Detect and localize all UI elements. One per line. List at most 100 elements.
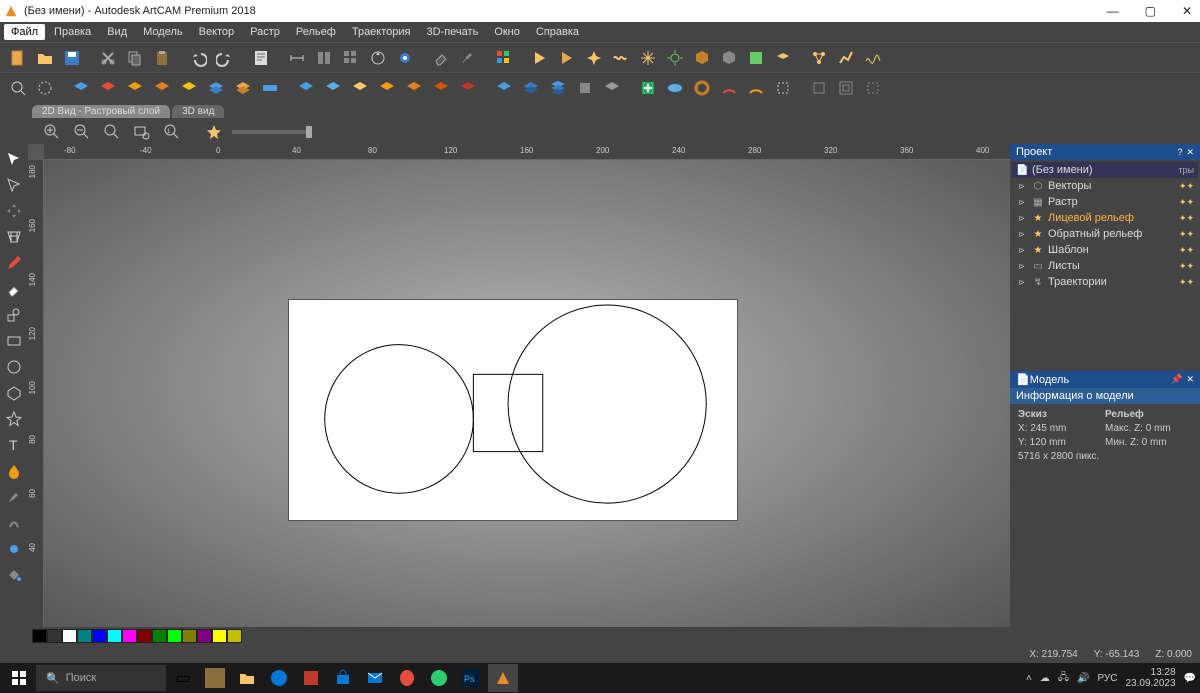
menu-model[interactable]: Модель xyxy=(136,24,189,40)
layer13-icon[interactable] xyxy=(402,76,426,100)
color-swatch[interactable] xyxy=(122,629,137,643)
tab-2d-view[interactable]: 2D Вид - Растровый слой xyxy=(32,105,170,118)
clone-tool-icon[interactable] xyxy=(3,538,25,560)
measure-icon[interactable] xyxy=(285,46,309,70)
square2-icon[interactable] xyxy=(744,46,768,70)
layer12-icon[interactable] xyxy=(375,76,399,100)
layer5-icon[interactable] xyxy=(177,76,201,100)
color-swatch[interactable] xyxy=(227,629,242,643)
rect-tool-icon[interactable] xyxy=(3,330,25,352)
select-tool-icon[interactable] xyxy=(3,148,25,170)
tree-item[interactable]: ▹↯Траектории✦✦ xyxy=(1012,274,1198,290)
zoom-fit-icon[interactable] xyxy=(6,76,30,100)
ring-icon[interactable] xyxy=(690,76,714,100)
menu-raster[interactable]: Растр xyxy=(243,24,287,40)
text-tool-icon[interactable]: T xyxy=(3,434,25,456)
nodes-icon[interactable] xyxy=(807,46,831,70)
align-icon[interactable] xyxy=(312,46,336,70)
arc2-icon[interactable] xyxy=(744,76,768,100)
box2-icon[interactable] xyxy=(834,76,858,100)
brush-icon[interactable] xyxy=(456,46,480,70)
notes-icon[interactable] xyxy=(249,46,273,70)
tray-lang[interactable]: РУС xyxy=(1097,673,1117,684)
wave2-icon[interactable] xyxy=(861,46,885,70)
start-button[interactable] xyxy=(4,664,34,692)
menu-edit[interactable]: Правка xyxy=(47,24,98,40)
tree-item[interactable]: ▹★Лицевой рельеф✦✦ xyxy=(1012,210,1198,226)
tray-vol-icon[interactable]: 🔊 xyxy=(1077,673,1089,684)
layer6-icon[interactable] xyxy=(204,76,228,100)
color-swatch[interactable] xyxy=(167,629,182,643)
cube1-icon[interactable] xyxy=(690,46,714,70)
fill-tool-icon[interactable] xyxy=(3,564,25,586)
canvas[interactable]: -80-4004080120160200240280320360400 1801… xyxy=(28,144,1010,627)
open-icon[interactable] xyxy=(33,46,57,70)
color-swatch[interactable] xyxy=(137,629,152,643)
menu-help[interactable]: Справка xyxy=(529,24,586,40)
tray-net-icon[interactable]: 🖧 xyxy=(1058,670,1069,687)
model-panel-header[interactable]: 📄 Модель 📌 ✕ xyxy=(1010,371,1200,388)
run2-icon[interactable] xyxy=(555,46,579,70)
layer10-icon[interactable] xyxy=(321,76,345,100)
eraser-icon[interactable] xyxy=(429,46,453,70)
taskbar-search[interactable]: 🔍Поиск xyxy=(36,665,166,691)
menu-3dprint[interactable]: 3D-печать xyxy=(420,24,486,40)
layer4-icon[interactable] xyxy=(150,76,174,100)
menu-window[interactable]: Окно xyxy=(487,24,527,40)
tray-up-icon[interactable]: ˄ xyxy=(1026,673,1032,684)
menu-vector[interactable]: Вектор xyxy=(192,24,242,40)
taskbar-mail[interactable] xyxy=(360,664,390,692)
stack1-icon[interactable] xyxy=(492,76,516,100)
circle-tool-icon[interactable] xyxy=(3,356,25,378)
paste-icon[interactable] xyxy=(150,46,174,70)
color-swatch[interactable] xyxy=(212,629,227,643)
pencil-tool-icon[interactable] xyxy=(3,252,25,274)
color-swatch[interactable] xyxy=(62,629,77,643)
zoom-out-icon[interactable] xyxy=(70,120,94,144)
polygon-tool-icon[interactable] xyxy=(3,382,25,404)
zoom-all-icon[interactable] xyxy=(33,76,57,100)
layer7-icon[interactable] xyxy=(231,76,255,100)
taskbar-explorer[interactable] xyxy=(232,664,262,692)
transform-icon[interactable] xyxy=(366,46,390,70)
new-icon[interactable] xyxy=(6,46,30,70)
menu-relief[interactable]: Рельеф xyxy=(289,24,343,40)
task-view-icon[interactable]: ▭ xyxy=(168,664,198,692)
tree-item[interactable]: ▹★Обратный рельеф✦✦ xyxy=(1012,226,1198,242)
zoom-extents-icon[interactable] xyxy=(100,120,124,144)
cut-icon[interactable] xyxy=(96,46,120,70)
cube2-icon[interactable] xyxy=(717,46,741,70)
copy-icon[interactable] xyxy=(123,46,147,70)
add-icon[interactable] xyxy=(636,76,660,100)
taskbar-opera[interactable] xyxy=(392,664,422,692)
tree-item[interactable]: ▹▭Листы✦✦ xyxy=(1012,258,1198,274)
close-panel-icon[interactable]: ✕ xyxy=(1186,147,1194,158)
tree-item[interactable]: ▹★Шаблон✦✦ xyxy=(1012,242,1198,258)
disc-icon[interactable] xyxy=(663,76,687,100)
taskbar-photoshop[interactable]: Ps xyxy=(456,664,486,692)
tree-item[interactable]: ▹⬡Векторы✦✦ xyxy=(1012,178,1198,194)
color-swatch[interactable] xyxy=(92,629,107,643)
zoom-1to1-icon[interactable]: 1 xyxy=(160,120,184,144)
close-model-icon[interactable]: ✕ xyxy=(1186,374,1194,385)
menu-view[interactable]: Вид xyxy=(100,24,134,40)
menu-file[interactable]: Файл xyxy=(4,24,45,40)
box1-icon[interactable] xyxy=(807,76,831,100)
wave-icon[interactable] xyxy=(609,46,633,70)
color-swatch[interactable] xyxy=(32,629,47,643)
perspective-tool-icon[interactable] xyxy=(3,226,25,248)
layer1-icon[interactable] xyxy=(69,76,93,100)
brush2-tool-icon[interactable] xyxy=(3,486,25,508)
layer3-icon[interactable] xyxy=(123,76,147,100)
taskbar-edge[interactable] xyxy=(264,664,294,692)
plate-icon[interactable] xyxy=(771,46,795,70)
minimize-button[interactable]: — xyxy=(1103,4,1123,18)
target-icon[interactable] xyxy=(393,46,417,70)
taskbar-app1[interactable] xyxy=(200,664,230,692)
layer11-icon[interactable] xyxy=(348,76,372,100)
color-swatch[interactable] xyxy=(107,629,122,643)
color-swatch[interactable] xyxy=(197,629,212,643)
arc-icon[interactable] xyxy=(717,76,741,100)
taskbar-app2[interactable] xyxy=(296,664,326,692)
star-tool2-icon[interactable] xyxy=(3,408,25,430)
